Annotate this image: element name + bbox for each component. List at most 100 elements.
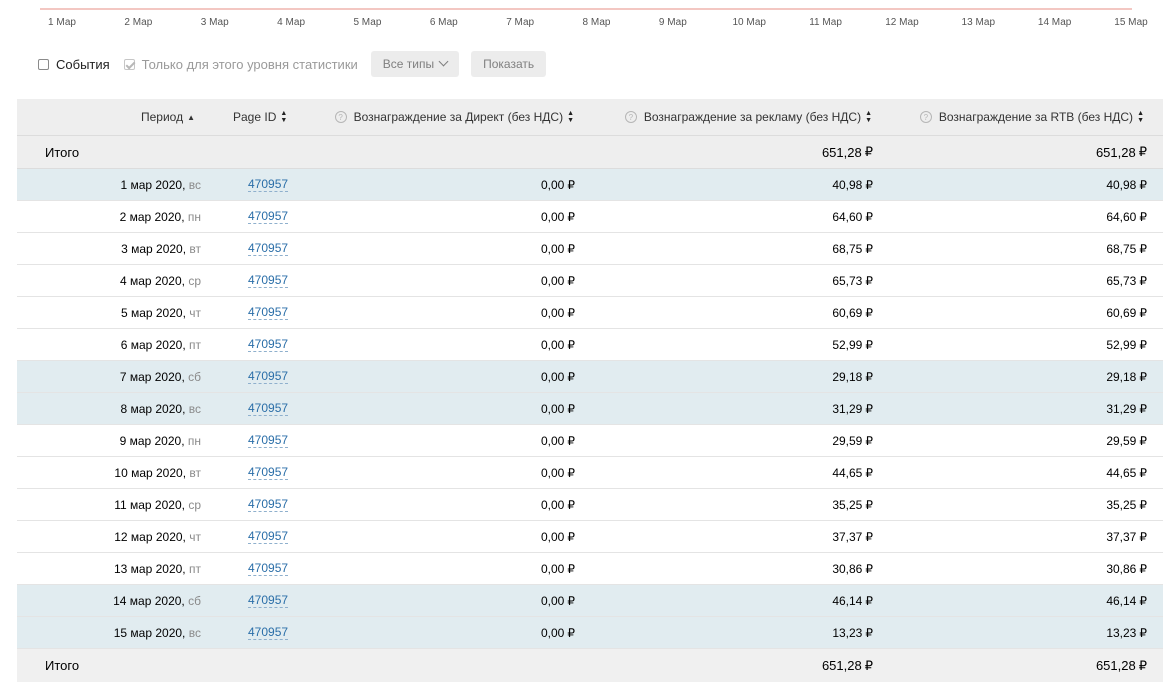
- x-tick-label: 5 Мар: [353, 17, 382, 28]
- table-row: 3 мар 2020, вт 470957 0,00 ₽ 68,75 ₽ 68,75 ₽: [17, 233, 1163, 265]
- date-text: 3 мар 2020,: [121, 241, 187, 256]
- rtb-cell: 64,60 ₽: [1106, 209, 1147, 224]
- page-id-link[interactable]: 470957: [248, 337, 289, 352]
- weekday-text: сб: [188, 369, 201, 384]
- page-id-cell: 470957: [248, 297, 289, 328]
- header-period-label: Период: [140, 110, 184, 124]
- table-body: 1 мар 2020, вс 470957 0,00 ₽ 40,98 ₽ 40,98 ₽ 2 м…: [17, 169, 1163, 649]
- help-icon[interactable]: ?: [334, 111, 347, 123]
- period-cell: 7 мар 2020, сб: [120, 361, 201, 392]
- rtb-cell: 31,29 ₽: [1106, 401, 1147, 416]
- x-tick-label: 7 Мар: [506, 17, 535, 28]
- page-id-link[interactable]: 470957: [248, 177, 289, 192]
- ads-cell: 13,23 ₽: [832, 625, 873, 640]
- header-direct[interactable]: ? Вознаграждение за Директ (без НДС) ▲ ▼: [334, 99, 574, 135]
- page-id-link[interactable]: 470957: [248, 625, 289, 640]
- events-label[interactable]: События: [56, 57, 110, 72]
- weekday-text: вт: [189, 465, 201, 480]
- filter-controls: События Только для этого уровня статисти…: [38, 51, 547, 77]
- header-page-id[interactable]: Page ID ▲ ▼: [233, 99, 287, 135]
- period-cell: 12 мар 2020, чт: [114, 521, 201, 552]
- page-id-link[interactable]: 470957: [248, 401, 289, 416]
- table-row: 5 мар 2020, чт 470957 0,00 ₽ 60,69 ₽ 60,69 ₽: [17, 297, 1163, 329]
- table-header: Период ▲ Page ID ▲ ▼ ? Вознаграждение за Дир…: [17, 99, 1163, 136]
- direct-cell: 0,00 ₽: [541, 529, 575, 544]
- table-row: 4 мар 2020, ср 470957 0,00 ₽ 65,73 ₽ 65,73 ₽: [17, 265, 1163, 297]
- header-rtb[interactable]: ? Вознаграждение за RTB (без НДС) ▲ ▼: [919, 99, 1144, 135]
- date-text: 7 мар 2020,: [119, 369, 185, 384]
- total-ads: 651,28 ₽: [821, 144, 873, 160]
- date-text: 11 мар 2020,: [114, 497, 185, 512]
- page-id-cell: 470957: [248, 457, 289, 488]
- page-id-cell: 470957: [248, 489, 289, 520]
- period-cell: 15 мар 2020, вс: [114, 617, 201, 648]
- date-text: 1 мар 2020,: [120, 177, 186, 192]
- x-tick-label: 3 Мар: [200, 17, 229, 28]
- page-id-link[interactable]: 470957: [248, 241, 289, 256]
- page-id-cell: 470957: [248, 521, 289, 552]
- only-level-checkbox: [123, 58, 135, 70]
- direct-cell: 0,00 ₽: [541, 497, 575, 512]
- period-cell: 4 мар 2020, ср: [120, 265, 201, 296]
- page-id-link[interactable]: 470957: [248, 209, 289, 224]
- statistics-table: Период ▲ Page ID ▲ ▼ ? Вознаграждение за Дир…: [17, 99, 1163, 682]
- date-text: 6 мар 2020,: [120, 337, 186, 352]
- rtb-cell: 35,25 ₽: [1106, 497, 1147, 512]
- weekday-text: пн: [187, 209, 201, 224]
- total-rtb: 651,28 ₽: [1095, 144, 1147, 160]
- page-id-cell: 470957: [248, 425, 289, 456]
- page-id-cell: 470957: [248, 169, 289, 200]
- header-ads[interactable]: ? Вознаграждение за рекламу (без НДС) ▲ ▼: [624, 99, 872, 135]
- ads-cell: 40,98 ₽: [832, 177, 873, 192]
- total-label: Итого: [45, 658, 80, 673]
- ads-cell: 35,25 ₽: [832, 497, 873, 512]
- sort-icon: ▲ ▼: [865, 110, 872, 124]
- weekday-text: чт: [189, 529, 201, 544]
- x-tick-label: 10 Мар: [732, 17, 766, 28]
- header-rtb-label: Вознаграждение за RTB (без НДС): [938, 110, 1134, 124]
- total-label: Итого: [45, 144, 80, 160]
- page-id-link[interactable]: 470957: [248, 369, 289, 384]
- date-text: 12 мар 2020,: [114, 529, 186, 544]
- date-text: 5 мар 2020,: [120, 305, 186, 320]
- table-row: 13 мар 2020, пт 470957 0,00 ₽ 30,86 ₽ 30,86 ₽: [17, 553, 1163, 585]
- x-tick-label: 4 Мар: [277, 17, 306, 28]
- page-id-cell: 470957: [248, 553, 289, 584]
- date-text: 9 мар 2020,: [119, 433, 185, 448]
- ads-cell: 29,59 ₽: [832, 433, 873, 448]
- header-period[interactable]: Период ▲: [141, 99, 195, 135]
- period-cell: 11 мар 2020, ср: [114, 489, 201, 520]
- rtb-cell: 37,37 ₽: [1106, 529, 1147, 544]
- sort-asc-icon: ▲: [187, 112, 195, 122]
- chart-area: 1 Мар 2 Мар 3 Мар 4 Мар 5 Мар 6 Мар 7 Мар 8 Мар…: [0, 0, 1168, 36]
- show-button[interactable]: Показать: [471, 51, 547, 77]
- page-id-link[interactable]: 470957: [248, 465, 289, 480]
- total-row-bottom: Итого 651,28 ₽ 651,28 ₽: [17, 649, 1163, 682]
- types-dropdown[interactable]: Все типы: [370, 51, 460, 77]
- events-checkbox[interactable]: [38, 58, 49, 70]
- ads-cell: 65,73 ₽: [832, 273, 873, 288]
- period-cell: 2 мар 2020, пн: [120, 201, 201, 232]
- ads-cell: 64,60 ₽: [832, 209, 873, 224]
- help-icon[interactable]: ?: [919, 111, 932, 123]
- page-id-link[interactable]: 470957: [248, 497, 289, 512]
- page-id-link[interactable]: 470957: [248, 561, 289, 576]
- page-id-link[interactable]: 470957: [248, 433, 289, 448]
- rtb-cell: 13,23 ₽: [1106, 625, 1147, 640]
- page-id-cell: 470957: [248, 265, 289, 296]
- header-ads-label: Вознаграждение за рекламу (без НДС): [643, 110, 862, 124]
- table-row: 15 мар 2020, вс 470957 0,00 ₽ 13,23 ₽ 13,23 ₽: [17, 617, 1163, 649]
- page-id-link[interactable]: 470957: [248, 305, 289, 320]
- page-id-link[interactable]: 470957: [248, 529, 289, 544]
- weekday-text: пн: [187, 433, 201, 448]
- page-id-link[interactable]: 470957: [248, 593, 289, 608]
- page-id-link[interactable]: 470957: [248, 273, 289, 288]
- weekday-text: сб: [188, 593, 201, 608]
- only-level-label: Только для этого уровня статистики: [141, 56, 358, 72]
- direct-cell: 0,00 ₽: [541, 305, 575, 320]
- x-tick-label: 1 Мар: [48, 17, 76, 28]
- rtb-cell: 65,73 ₽: [1106, 273, 1147, 288]
- help-icon[interactable]: ?: [624, 111, 637, 123]
- sort-icon: ▲ ▼: [1137, 110, 1144, 124]
- header-direct-label: Вознаграждение за Директ (без НДС): [353, 110, 564, 124]
